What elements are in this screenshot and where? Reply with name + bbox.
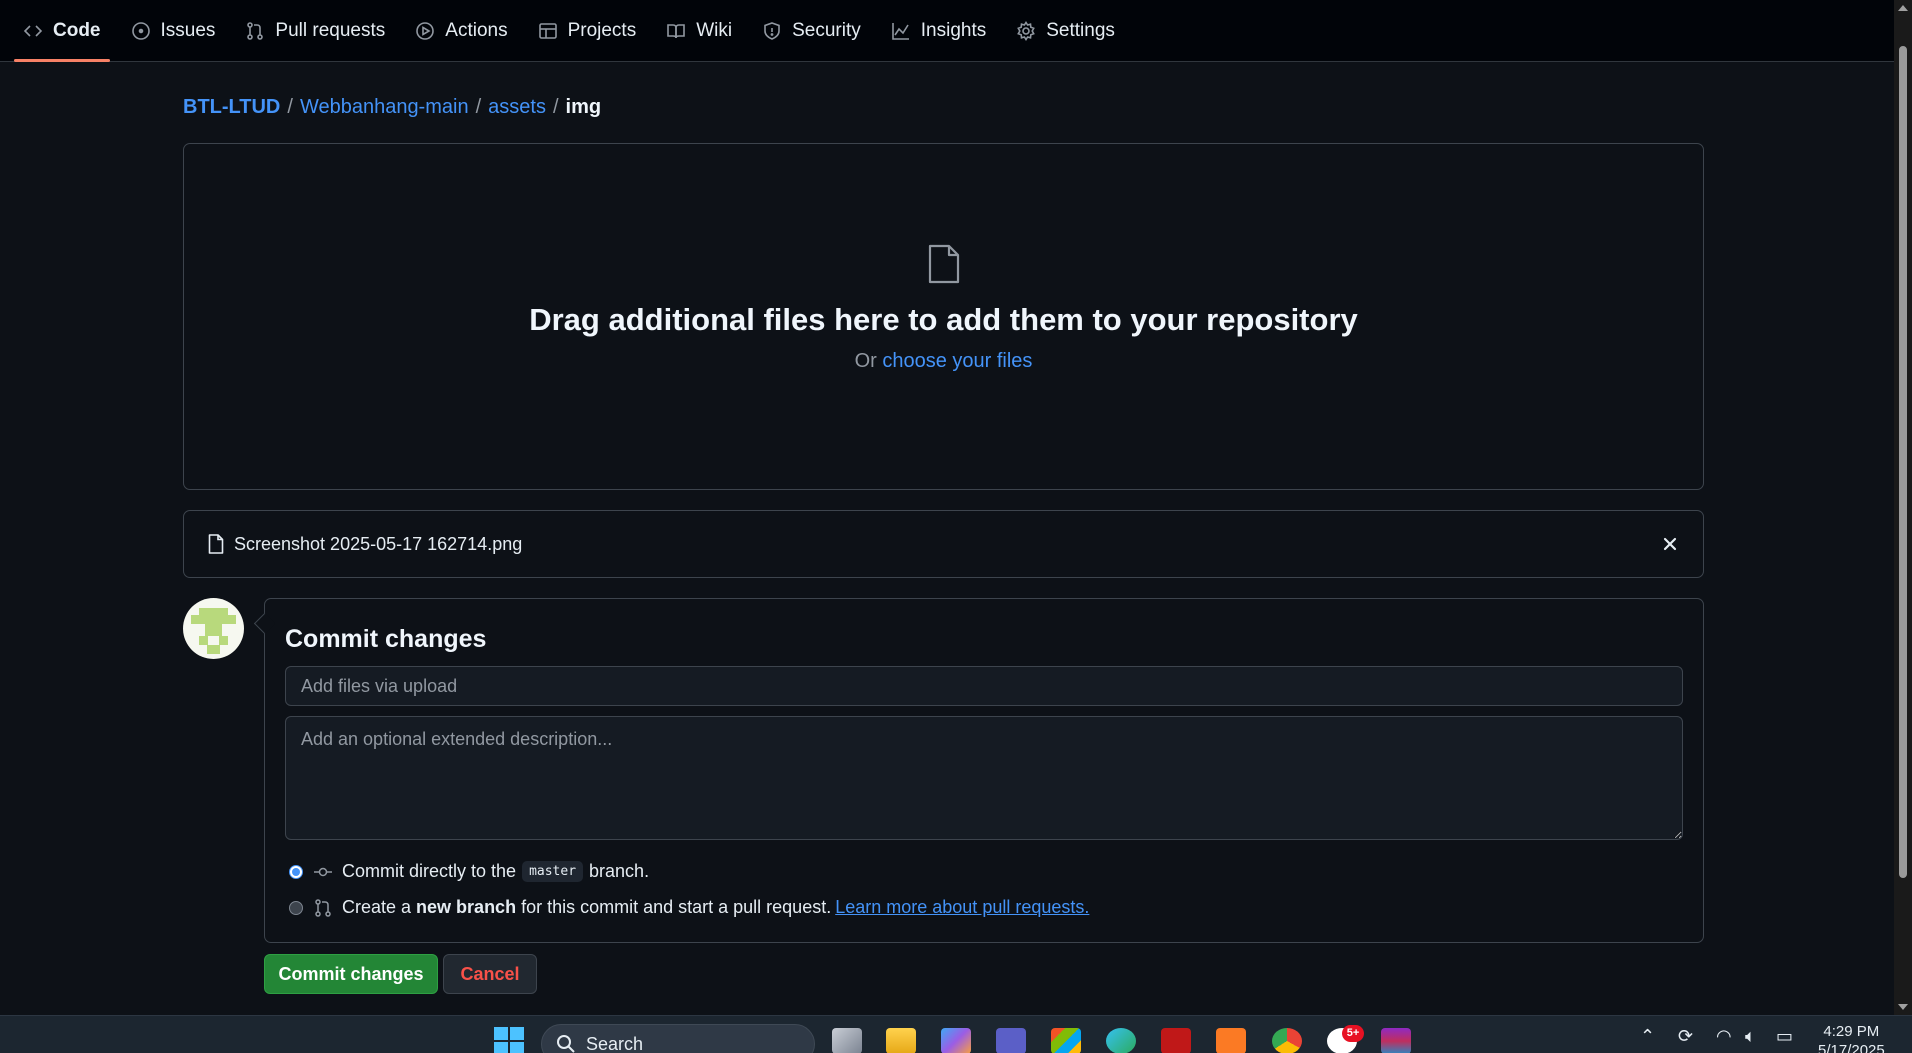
- breadcrumb-folder-link[interactable]: assets: [488, 96, 546, 119]
- volume-icon[interactable]: 🔈︎: [1745, 1026, 1756, 1047]
- git-pull-request-icon: [315, 898, 331, 917]
- commit-direct-text: Commit directly to the: [342, 861, 517, 881]
- taskbar-clock[interactable]: 4:29 PM 5/17/2025: [1818, 1022, 1885, 1053]
- gear-icon: [1017, 20, 1036, 41]
- tab-security-label: Security: [792, 19, 861, 41]
- file-explorer-icon[interactable]: [886, 1028, 916, 1053]
- tab-actions-label: Actions: [445, 19, 508, 41]
- zalo-notification-badge: 5+: [1342, 1025, 1364, 1042]
- tab-wiki[interactable]: Wiki: [655, 0, 743, 62]
- file-icon: [208, 534, 224, 554]
- new-branch-option[interactable]: Create a new branch for this commit and …: [289, 897, 1089, 918]
- winrar-icon[interactable]: [1381, 1028, 1411, 1053]
- drop-zone-or-text: Or: [854, 350, 877, 372]
- new-branch-radio[interactable]: [289, 900, 303, 915]
- branch-name: master: [522, 861, 584, 882]
- new-branch-text-end: for this commit and start a pull request…: [521, 897, 832, 917]
- commit-direct-text-end: branch.: [589, 861, 650, 881]
- tab-issues-label: Issues: [160, 19, 216, 41]
- sync-icon[interactable]: ⟳: [1678, 1026, 1693, 1047]
- breadcrumb-separator: /: [287, 96, 293, 118]
- breadcrumb-repo-link[interactable]: Webbanhang-main: [300, 96, 469, 119]
- tab-wiki-label: Wiki: [696, 19, 733, 41]
- drop-zone-title: Drag additional files here to add them t…: [529, 302, 1358, 337]
- edge-icon[interactable]: [1106, 1028, 1136, 1053]
- issue-opened-icon: [131, 21, 150, 40]
- chrome-icon[interactable]: [1272, 1028, 1302, 1053]
- commit-description-input[interactable]: [285, 716, 1683, 840]
- breadcrumb-owner-link[interactable]: BTL-LTUD: [183, 96, 280, 119]
- windows-start-icon[interactable]: [494, 1027, 526, 1053]
- breadcrumb: BTL-LTUD / Webbanhang-main / assets / im…: [183, 96, 601, 119]
- microsoft-store-icon[interactable]: [1051, 1028, 1081, 1053]
- tab-code-label: Code: [53, 19, 101, 41]
- windows-taskbar: Search 5+ ⌃ ⟳ ◠ 🔈︎ ▭ 4:29 PM 5/17/2025: [0, 1015, 1912, 1053]
- repo-nav: Code Issues Pull requests Actions Projec…: [0, 0, 1894, 62]
- uploaded-file-name: Screenshot 2025-05-17 162714.png: [234, 533, 523, 554]
- tab-insights[interactable]: Insights: [880, 0, 997, 62]
- play-icon: [416, 21, 435, 40]
- clock-time: 4:29 PM: [1823, 1023, 1880, 1040]
- tab-issues[interactable]: Issues: [120, 0, 227, 62]
- scrollbar-thumb[interactable]: [1899, 46, 1907, 878]
- code-icon: [23, 24, 43, 37]
- tray-chevron-up-icon[interactable]: ⌃: [1640, 1026, 1655, 1047]
- scroll-down-arrow-icon[interactable]: [1898, 1004, 1908, 1010]
- cancel-button[interactable]: Cancel: [443, 954, 537, 994]
- table-icon: [538, 22, 557, 39]
- drop-zone-subtitle: Or choose your files: [855, 350, 1033, 373]
- commit-summary-input[interactable]: [285, 666, 1683, 706]
- tab-pull-requests-label: Pull requests: [275, 19, 386, 41]
- tab-pull-requests[interactable]: Pull requests: [234, 0, 396, 62]
- search-icon: [557, 1035, 575, 1053]
- copilot-icon[interactable]: [941, 1028, 971, 1053]
- teams-icon[interactable]: [996, 1028, 1026, 1053]
- tab-security[interactable]: Security: [751, 0, 872, 62]
- breadcrumb-separator: /: [552, 96, 559, 118]
- page-scrollbar[interactable]: [1894, 0, 1912, 1015]
- mcafee-icon[interactable]: [1161, 1028, 1191, 1053]
- battery-icon[interactable]: ▭: [1776, 1026, 1793, 1047]
- tab-actions[interactable]: Actions: [404, 0, 518, 62]
- tab-code[interactable]: Code: [12, 0, 112, 62]
- new-branch-text: Create a: [342, 897, 412, 917]
- book-icon: [667, 23, 686, 38]
- file-icon: [928, 244, 959, 284]
- uploaded-file-row: Screenshot 2025-05-17 162714.png: [183, 510, 1704, 578]
- commit-changes-button[interactable]: Commit changes: [264, 954, 438, 994]
- avatar: [183, 598, 244, 659]
- file-drop-zone[interactable]: Drag additional files here to add them t…: [183, 143, 1704, 490]
- graph-icon: [891, 22, 909, 40]
- wifi-icon[interactable]: ◠: [1716, 1026, 1732, 1047]
- remove-file-icon[interactable]: [1659, 533, 1681, 555]
- clock-date: 5/17/2025: [1818, 1042, 1885, 1053]
- git-pull-request-icon: [247, 21, 264, 40]
- git-commit-icon: [314, 867, 332, 876]
- tab-insights-label: Insights: [920, 19, 987, 41]
- tab-settings-label: Settings: [1046, 19, 1115, 41]
- learn-more-pull-requests-link[interactable]: Learn more about pull requests.: [835, 897, 1089, 918]
- new-branch-bold-text: new branch: [416, 897, 517, 917]
- scroll-up-arrow-icon[interactable]: [1898, 5, 1908, 11]
- tab-settings[interactable]: Settings: [1005, 0, 1126, 62]
- taskbar-search[interactable]: Search: [541, 1024, 815, 1053]
- tab-projects-label: Projects: [567, 19, 637, 41]
- taskbar-search-label: Search: [586, 1033, 644, 1053]
- commit-direct-option[interactable]: Commit directly to the master branch.: [289, 861, 649, 882]
- choose-files-link[interactable]: choose your files: [882, 350, 1032, 372]
- breadcrumb-separator: /: [475, 96, 482, 118]
- commit-form: Commit changes Commit directly to the ma…: [264, 598, 1704, 943]
- tab-projects[interactable]: Projects: [527, 0, 648, 62]
- commit-direct-radio[interactable]: [289, 864, 303, 879]
- commit-form-title: Commit changes: [285, 625, 487, 653]
- xampp-icon[interactable]: [1216, 1028, 1246, 1053]
- breadcrumb-current: img: [565, 96, 602, 118]
- task-view-icon[interactable]: [832, 1028, 862, 1053]
- shield-icon: [764, 21, 780, 40]
